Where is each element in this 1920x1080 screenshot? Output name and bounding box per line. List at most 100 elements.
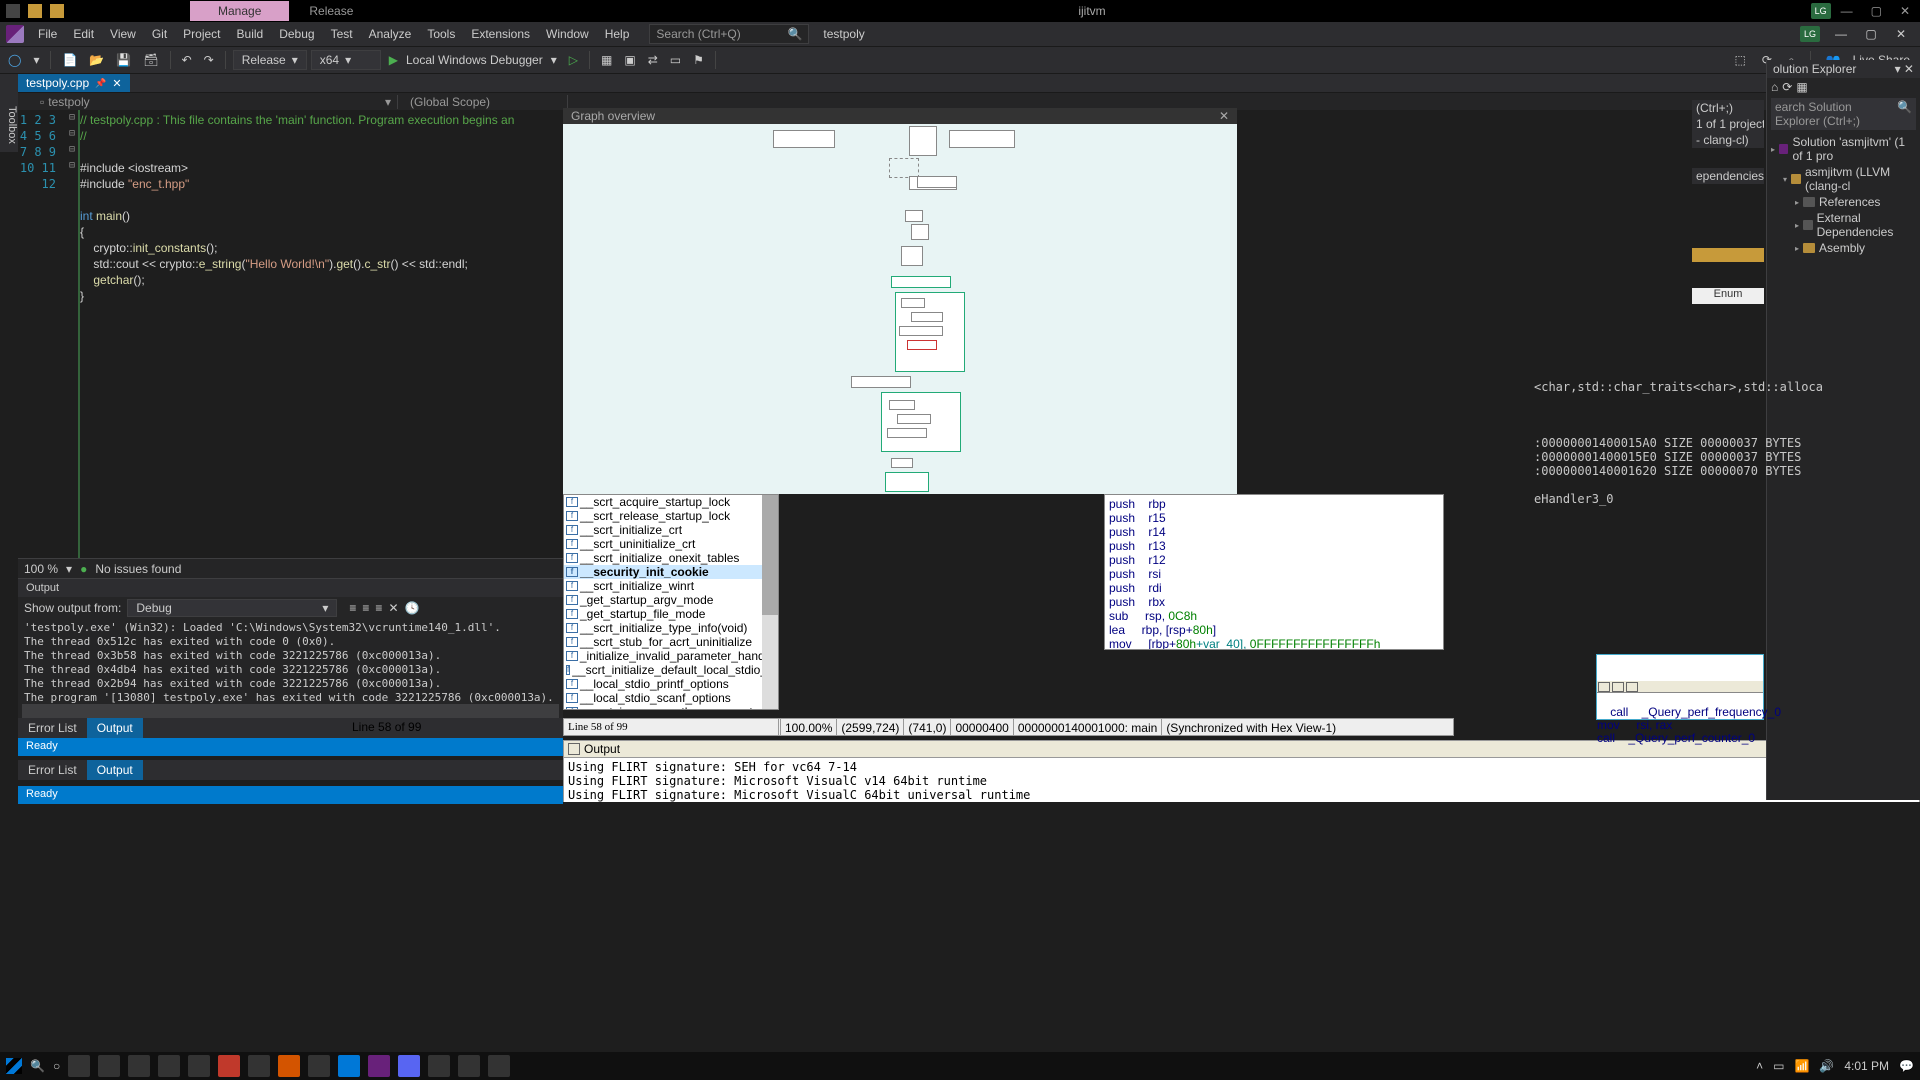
zoom-level[interactable]: 100 % (24, 562, 58, 576)
graph-node[interactable] (909, 126, 937, 156)
start-nodebug-button[interactable]: ▷ (565, 51, 582, 69)
task-app-1[interactable] (98, 1055, 120, 1077)
func-row[interactable]: f__scrt_initialize_onexit_tables (564, 551, 778, 565)
maximize-icon[interactable]: ▢ (1871, 4, 1882, 18)
func-row[interactable]: f_initialize_invalid_parameter_handler (564, 649, 778, 663)
vs-minimize-icon[interactable]: — (1832, 27, 1850, 41)
tab-close-icon[interactable]: ✕ (112, 77, 121, 90)
tab-output-2[interactable]: Output (87, 760, 143, 780)
out-btn4[interactable]: ✕ (388, 601, 398, 615)
tool-a[interactable]: ▦ (597, 51, 616, 69)
tree-project[interactable]: ▾asmjitvm (LLVM (clang-cl (1771, 164, 1916, 194)
task-app-6[interactable] (248, 1055, 270, 1077)
menu-window[interactable]: Window (538, 23, 597, 45)
task-chrome[interactable] (458, 1055, 480, 1077)
folder-icon-2[interactable] (50, 4, 64, 18)
tool-e[interactable]: ⚑ (689, 51, 708, 69)
tree-external[interactable]: ▸External Dependencies (1771, 210, 1916, 240)
graph-overview[interactable] (563, 124, 1237, 494)
task-explorer[interactable] (68, 1055, 90, 1077)
toolbox-tab[interactable]: Toolbox (0, 92, 18, 152)
search-box[interactable]: Search (Ctrl+Q) 🔍 (649, 24, 809, 44)
enum-tab[interactable]: Enum (1692, 288, 1764, 304)
out-btn5[interactable]: 🕓 (405, 601, 420, 615)
output-text[interactable]: 'testpoly.exe' (Win32): Loaded 'C:\Windo… (18, 619, 563, 704)
se-tool-icon[interactable]: ▦ (1796, 80, 1807, 94)
start-debug-button[interactable]: ▶ (385, 51, 402, 69)
func-row[interactable]: f_get_startup_argv_mode (564, 593, 778, 607)
tree-assembly[interactable]: ▸Asembly (1771, 240, 1916, 256)
out-btn2[interactable]: ≡ (362, 601, 369, 615)
menu-debug[interactable]: Debug (271, 23, 322, 45)
solution-explorer[interactable]: olution Explorer▾ ✕ ⌂ ⟳ ▦ earch Solution… (1766, 60, 1920, 800)
ext-a[interactable]: ⬚ (1731, 51, 1750, 69)
config-dropdown[interactable]: Release▾ (233, 50, 307, 70)
tray-vol-icon[interactable]: 🔊 (1819, 1059, 1834, 1073)
func-row[interactable]: f__scrt_acquire_startup_lock (564, 495, 778, 509)
menu-build[interactable]: Build (229, 23, 272, 45)
func-row[interactable]: f__scrt_initialize_crt (564, 523, 778, 537)
task-discord[interactable] (398, 1055, 420, 1077)
tab-error-list-2[interactable]: Error List (18, 760, 87, 780)
menu-file[interactable]: File (30, 23, 65, 45)
task-vscode[interactable] (338, 1055, 360, 1077)
disassembly-view[interactable]: push rbp push r15 push r14 push r13 push… (1104, 494, 1444, 650)
code-body[interactable]: // testpoly.cpp : This file contains the… (80, 110, 563, 558)
open-button[interactable]: 📂 (85, 51, 108, 69)
task-app-3[interactable] (158, 1055, 180, 1077)
func-row[interactable]: f__scrt_release_startup_lock (564, 509, 778, 523)
account-badge[interactable]: LG (1800, 26, 1820, 42)
se-search[interactable]: earch Solution Explorer (Ctrl+;)🔍 (1771, 98, 1916, 130)
save-button[interactable]: 💾 (112, 51, 135, 69)
menu-edit[interactable]: Edit (65, 23, 102, 45)
ribbon-tab-release[interactable]: Release (289, 1, 373, 21)
tray-clock[interactable]: 4:01 PM (1844, 1059, 1889, 1073)
func-row[interactable]: f__scrt_initialize_default_local_stdio_o… (564, 663, 778, 677)
debugger-label[interactable]: Local Windows Debugger (406, 53, 543, 67)
menu-project[interactable]: Project (175, 23, 228, 45)
vs-maximize-icon[interactable]: ▢ (1862, 27, 1880, 41)
function-list[interactable]: f__scrt_acquire_startup_lockf__scrt_rele… (563, 494, 779, 710)
tray-chevron-icon[interactable]: ˄ (1756, 1059, 1763, 1073)
vs-close-icon[interactable]: ✕ (1892, 27, 1910, 41)
tree-solution[interactable]: ▸Solution 'asmjitvm' (1 of 1 pro (1771, 134, 1916, 164)
mini-disasm[interactable]: call _Query_perf_frequency_0 mov rsi, ra… (1596, 654, 1764, 720)
pin-icon[interactable]: 📌 (95, 78, 106, 89)
back-button[interactable]: ◯ (4, 51, 25, 69)
user-badge[interactable]: LG (1811, 3, 1831, 19)
debugger-dd[interactable]: ▾ (547, 51, 561, 69)
func-scrollbar[interactable] (762, 495, 778, 709)
func-row[interactable]: f__scrt_stub_for_acrt_uninitialize (564, 635, 778, 649)
close-icon[interactable]: ✕ (1900, 4, 1910, 18)
func-row[interactable]: f__scrt_initialize_winrt (564, 579, 778, 593)
tool-c[interactable]: ⇄ (644, 51, 662, 69)
task-app-7[interactable] (278, 1055, 300, 1077)
editor-tab[interactable]: testpoly.cpp 📌 ✕ (18, 74, 130, 92)
graph-viewport[interactable] (889, 158, 919, 178)
task-steam[interactable] (428, 1055, 450, 1077)
func-row[interactable]: f__scrt_initialize_type_info(void) (564, 621, 778, 635)
minimize-icon[interactable]: — (1841, 4, 1853, 18)
task-search-icon[interactable]: 🔍 (30, 1059, 45, 1073)
func-row[interactable]: f__local_stdio_scanf_options (564, 691, 778, 705)
task-vs[interactable] (368, 1055, 390, 1077)
tab-output[interactable]: Output (87, 718, 143, 738)
tree-references[interactable]: ▸References (1771, 194, 1916, 210)
task-app-5[interactable] (218, 1055, 240, 1077)
menu-help[interactable]: Help (597, 23, 638, 45)
func-row[interactable]: f__local_stdio_printf_options (564, 677, 778, 691)
folder-icon[interactable] (28, 4, 42, 18)
func-row[interactable]: f__scrt_uninitialize_crt (564, 537, 778, 551)
task-app-4[interactable] (188, 1055, 210, 1077)
tray-notif-icon[interactable]: 💬 (1899, 1059, 1914, 1073)
tab-error-list[interactable]: Error List (18, 718, 87, 738)
taskbar[interactable]: 🔍 ○ ˄ ▭ 📶 🔊 4:01 PM 💬 (0, 1052, 1920, 1080)
code-editor[interactable]: 1 2 3 4 5 6 7 8 9 10 11 12 ⊟ ⊟ ⊟⊟ // tes… (18, 110, 563, 558)
ida-output-body[interactable]: Using FLIRT signature: SEH for vc64 7-14… (563, 758, 1920, 802)
saveall-button[interactable]: 🗃 (139, 51, 162, 69)
graph-node[interactable] (949, 130, 1015, 148)
tray-wifi-icon[interactable]: 📶 (1794, 1059, 1809, 1073)
explorer-icon[interactable] (6, 4, 20, 18)
func-row[interactable]: f__scrt_is_user_matherr_present (564, 705, 778, 710)
undo-button[interactable]: ↶ (178, 51, 196, 69)
